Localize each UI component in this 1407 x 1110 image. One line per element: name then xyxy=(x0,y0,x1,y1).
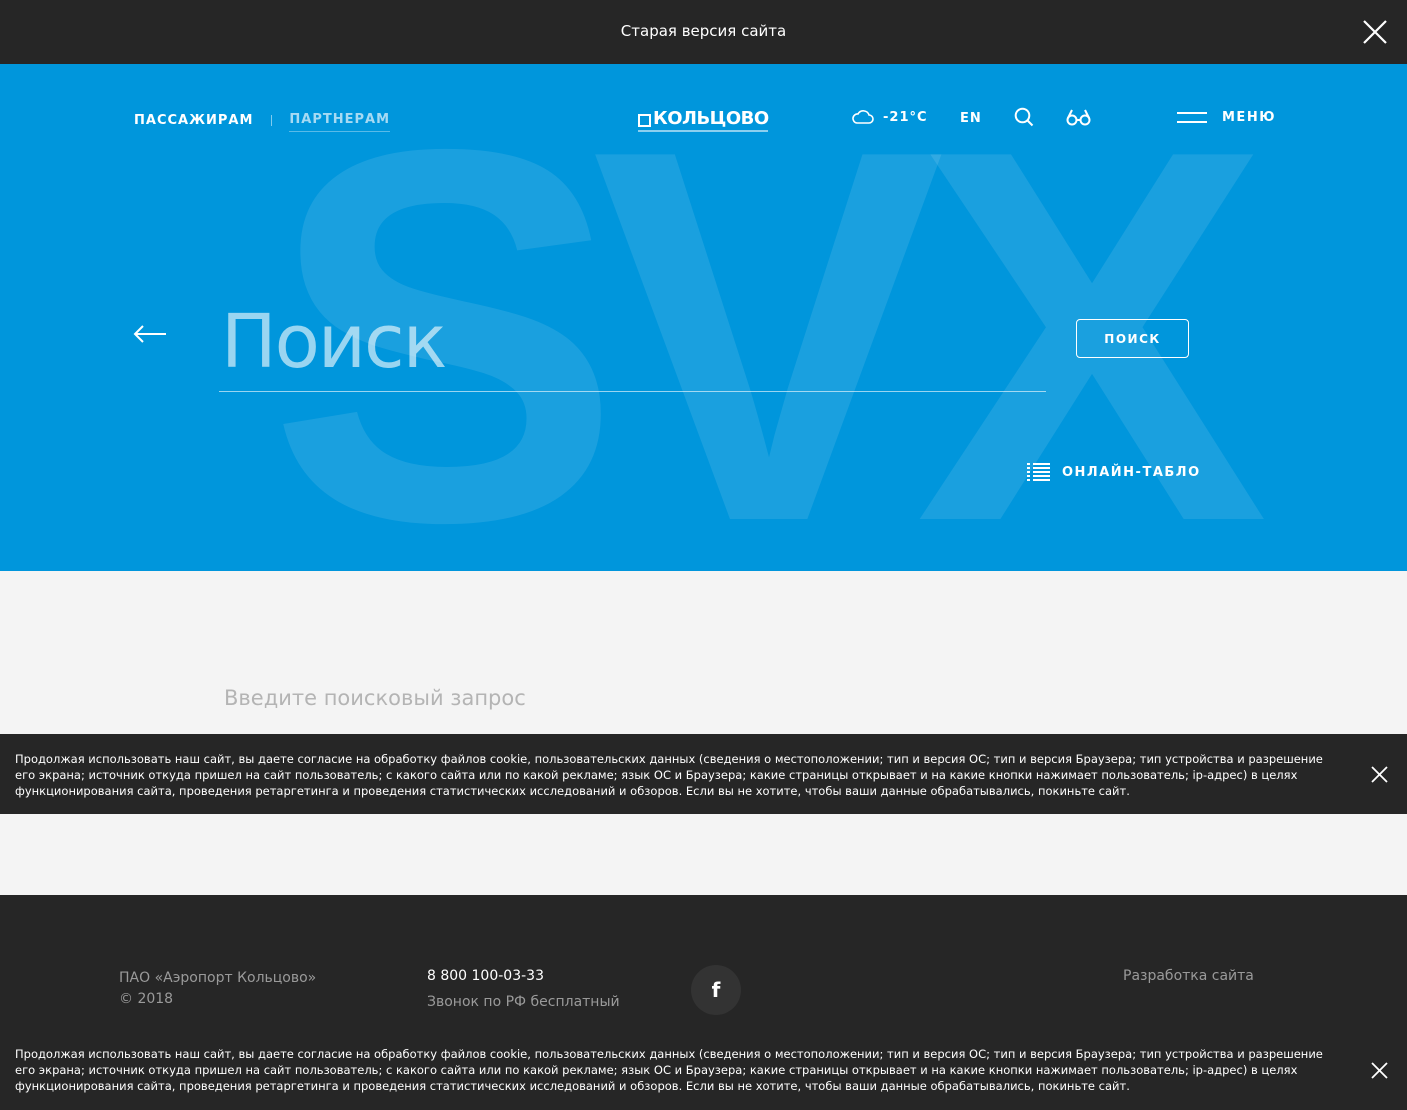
language-switch[interactable]: EN xyxy=(960,111,982,126)
search-button[interactable]: ПОИСК xyxy=(1076,319,1189,358)
cookie-banner: Продолжая использовать наш сайт, вы дает… xyxy=(0,734,1407,814)
glasses-icon[interactable] xyxy=(1066,108,1091,126)
nav-partners[interactable]: ПАРТНЕРАМ xyxy=(289,112,391,132)
cookie-text: Продолжая использовать наш сайт, вы дает… xyxy=(15,1047,1323,1093)
footer: ПАО «Аэропорт Кольцово» © 2018 8 800 100… xyxy=(0,895,1407,1030)
logo-underline xyxy=(638,130,768,132)
footer-phone-note: Звонок по РФ бесплатный xyxy=(427,994,620,1010)
logo-text: КОЛЬЦОВО xyxy=(653,108,769,129)
hamburger-icon xyxy=(1177,111,1207,124)
search-input[interactable] xyxy=(219,292,1046,392)
company-name: ПАО «Аэропорт Кольцово» xyxy=(119,970,317,986)
logo[interactable]: КОЛЬЦОВО xyxy=(638,108,769,132)
weather-temperature: -21°C xyxy=(883,109,928,125)
cookie-banner: Продолжая использовать наш сайт, вы дает… xyxy=(0,1030,1407,1110)
logo-mark xyxy=(638,114,651,127)
cloud-icon xyxy=(852,110,874,124)
footer-phone[interactable]: 8 800 100-03-33 xyxy=(427,968,544,984)
old-version-link[interactable]: Старая версия сайта xyxy=(0,22,1407,40)
online-board-label: ОНЛАЙН-ТАБЛО xyxy=(1062,464,1201,480)
menu-label: МЕНЮ xyxy=(1222,110,1276,125)
nav-separator xyxy=(271,114,273,126)
search-hint: Введите поисковый запрос xyxy=(224,686,526,710)
back-arrow-icon[interactable] xyxy=(133,325,167,343)
hero-section: SVX ПАССАЖИРАМ ПАРТНЕРАМ КОЛЬЦОВО -21°C … xyxy=(0,64,1407,571)
facebook-icon[interactable]: f xyxy=(691,965,741,1015)
menu-button[interactable]: МЕНЮ xyxy=(1177,110,1276,125)
nav-passengers[interactable]: ПАССАЖИРАМ xyxy=(134,113,253,128)
list-icon xyxy=(1027,463,1050,481)
search-icon[interactable] xyxy=(1014,107,1034,127)
developer-link[interactable]: Разработка сайта xyxy=(1123,968,1254,984)
old-version-bar: Старая версия сайта xyxy=(0,0,1407,64)
weather-widget[interactable]: -21°C xyxy=(852,109,928,125)
cookie-text: Продолжая использовать наш сайт, вы дает… xyxy=(15,752,1323,798)
audience-nav: ПАССАЖИРАМ ПАРТНЕРАМ xyxy=(134,108,391,132)
close-icon[interactable] xyxy=(1362,19,1388,45)
online-board-link[interactable]: ОНЛАЙН-ТАБЛО xyxy=(1027,463,1201,481)
close-icon[interactable] xyxy=(1371,766,1388,783)
copyright: © 2018 xyxy=(119,991,174,1007)
close-icon[interactable] xyxy=(1371,1062,1388,1079)
footer-company: ПАО «Аэропорт Кольцово» © 2018 xyxy=(119,968,316,1010)
